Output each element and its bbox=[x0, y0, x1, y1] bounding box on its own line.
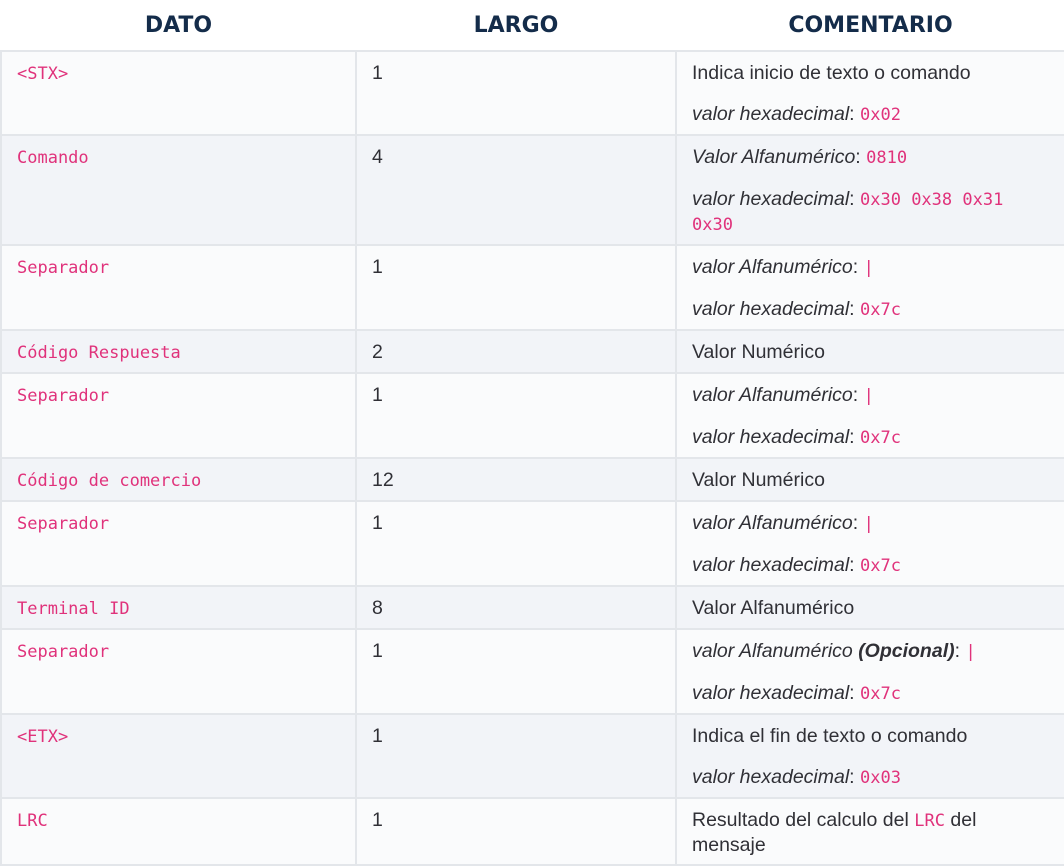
hex-value: 0x7c bbox=[860, 684, 901, 704]
hex-value: 0x7c bbox=[860, 428, 901, 448]
largo-cell: 12 bbox=[355, 457, 677, 502]
dato-code: Separador bbox=[17, 642, 110, 662]
hex-value: 0x7c bbox=[860, 556, 901, 576]
alfa-value: | bbox=[863, 258, 874, 278]
header-largo: LARGO bbox=[356, 0, 676, 52]
comment-line: valor hexadecimal: 0x7c bbox=[692, 298, 901, 320]
table-row: Separador 1 valor Alfanumérico: | valor … bbox=[0, 244, 1064, 331]
comentario-cell: Valor Numérico bbox=[675, 329, 1064, 374]
comment-line: valor Alfanumérico: | bbox=[692, 512, 874, 534]
comment-line: Indica el fin de texto o comando bbox=[692, 725, 968, 747]
largo-cell: 1 bbox=[355, 372, 677, 459]
table-row: Comando 4 Valor Alfanumérico: 0810 valor… bbox=[0, 134, 1064, 246]
dato-code: Comando bbox=[17, 148, 89, 168]
comentario-cell: valor Alfanumérico: | valor hexadecimal:… bbox=[675, 244, 1064, 331]
dato-cell: Código de comercio bbox=[0, 457, 357, 502]
comentario-cell: valor Alfanumérico: | valor hexadecimal:… bbox=[675, 500, 1064, 587]
header-comentario: COMENTARIO bbox=[676, 0, 1064, 52]
dato-cell: Comando bbox=[0, 134, 357, 246]
largo-cell: 1 bbox=[355, 500, 677, 587]
table-row: Separador 1 valor Alfanumérico: | valor … bbox=[0, 372, 1064, 459]
optional-label: (Opcional) bbox=[858, 640, 955, 662]
protocol-table: DATO LARGO COMENTARIO <STX> 1 Indica ini… bbox=[0, 0, 1064, 866]
comment-line: valor hexadecimal: 0x30 0x38 0x31 0x30 bbox=[692, 188, 1004, 235]
header-row: DATO LARGO COMENTARIO bbox=[1, 0, 1064, 52]
dato-cell: <STX> bbox=[0, 50, 357, 136]
table-row: Separador 1 valor Alfanumérico: | valor … bbox=[0, 500, 1064, 587]
comment-line: valor Alfanumérico: | bbox=[692, 256, 874, 278]
dato-cell: Código Respuesta bbox=[0, 329, 357, 374]
alfa-value: | bbox=[965, 642, 976, 662]
dato-code: <ETX> bbox=[17, 727, 69, 747]
comment-line: valor hexadecimal: 0x03 bbox=[692, 766, 901, 788]
comentario-cell: Indica inicio de texto o comando valor h… bbox=[675, 50, 1064, 136]
table-row: Código Respuesta 2 Valor Numérico bbox=[0, 329, 1064, 374]
comentario-cell: valor Alfanumérico (Opcional): | valor h… bbox=[675, 628, 1064, 715]
comentario-cell: Valor Alfanumérico bbox=[675, 585, 1064, 630]
comment-line: valor hexadecimal: 0x7c bbox=[692, 682, 901, 704]
largo-cell: 1 bbox=[355, 628, 677, 715]
dato-code: Separador bbox=[17, 386, 110, 406]
largo-cell: 1 bbox=[355, 50, 677, 136]
dato-cell: <ETX> bbox=[0, 713, 357, 799]
dato-code: Código de comercio bbox=[17, 471, 202, 491]
alfa-value: | bbox=[863, 386, 874, 406]
hex-value: 0x7c bbox=[860, 300, 901, 320]
alfa-value: | bbox=[863, 514, 874, 534]
comment-line: valor Alfanumérico (Opcional): | bbox=[692, 640, 976, 662]
table-row: Código de comercio 12 Valor Numérico bbox=[0, 457, 1064, 502]
dato-code: Terminal ID bbox=[17, 599, 130, 619]
dato-code: Código Respuesta bbox=[17, 343, 181, 363]
comentario-cell: Indica el fin de texto o comando valor h… bbox=[675, 713, 1064, 799]
largo-cell: 4 bbox=[355, 134, 677, 246]
dato-cell: Separador bbox=[0, 244, 357, 331]
comentario-cell: valor Alfanumérico: | valor hexadecimal:… bbox=[675, 372, 1064, 459]
table-row: <ETX> 1 Indica el fin de texto o comando… bbox=[0, 713, 1064, 799]
comentario-cell: Resultado del calculo del LRC del mensaje bbox=[675, 797, 1064, 866]
largo-cell: 2 bbox=[355, 329, 677, 374]
table-row: <STX> 1 Indica inicio de texto o comando… bbox=[0, 50, 1064, 136]
header-dato: DATO bbox=[1, 0, 356, 52]
dato-code: LRC bbox=[17, 811, 48, 831]
dato-code: Separador bbox=[17, 514, 110, 534]
largo-cell: 1 bbox=[355, 244, 677, 331]
table-row: Terminal ID 8 Valor Alfanumérico bbox=[0, 585, 1064, 630]
dato-cell: LRC bbox=[0, 797, 357, 866]
comentario-cell: Valor Alfanumérico: 0810 valor hexadecim… bbox=[675, 134, 1064, 246]
lrc-code: LRC bbox=[914, 811, 945, 831]
comentario-cell: Valor Numérico bbox=[675, 457, 1064, 502]
dato-cell: Separador bbox=[0, 500, 357, 587]
comment-line: Indica inicio de texto o comando bbox=[692, 62, 971, 84]
dato-cell: Separador bbox=[0, 372, 357, 459]
dato-cell: Separador bbox=[0, 628, 357, 715]
comment-line: Valor Alfanumérico: 0810 bbox=[692, 146, 908, 168]
largo-cell: 8 bbox=[355, 585, 677, 630]
alfa-value: 0810 bbox=[866, 148, 908, 168]
dato-cell: Terminal ID bbox=[0, 585, 357, 630]
largo-cell: 1 bbox=[355, 713, 677, 799]
comment-line: valor hexadecimal: 0x02 bbox=[692, 103, 901, 125]
dato-code: <STX> bbox=[17, 64, 69, 84]
largo-cell: 1 bbox=[355, 797, 677, 866]
comment-line: valor hexadecimal: 0x7c bbox=[692, 554, 901, 576]
hex-value: 0x03 bbox=[860, 768, 901, 788]
dato-code: Separador bbox=[17, 258, 110, 278]
hex-value: 0x02 bbox=[860, 105, 901, 125]
table-row: Separador 1 valor Alfanumérico (Opcional… bbox=[0, 628, 1064, 715]
comment-line: valor Alfanumérico: | bbox=[692, 384, 874, 406]
comment-line: valor hexadecimal: 0x7c bbox=[692, 426, 901, 448]
table-row: LRC 1 Resultado del calculo del LRC del m… bbox=[0, 797, 1064, 866]
